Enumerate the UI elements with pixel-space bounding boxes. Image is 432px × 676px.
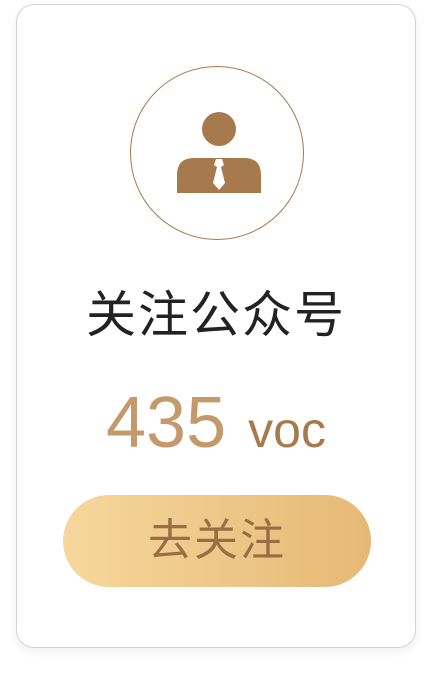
avatar (130, 66, 304, 240)
reward-value: 435 (106, 383, 227, 463)
reward-amount: 435 voc (17, 385, 415, 480)
follow-button[interactable]: 去关注 (63, 495, 371, 587)
person-with-tie-icon (177, 112, 261, 193)
reward-unit: voc (248, 402, 326, 458)
page-title: 关注公众号 (86, 286, 346, 344)
task-card: 关注公众号 435 voc 去关注 (16, 4, 416, 648)
